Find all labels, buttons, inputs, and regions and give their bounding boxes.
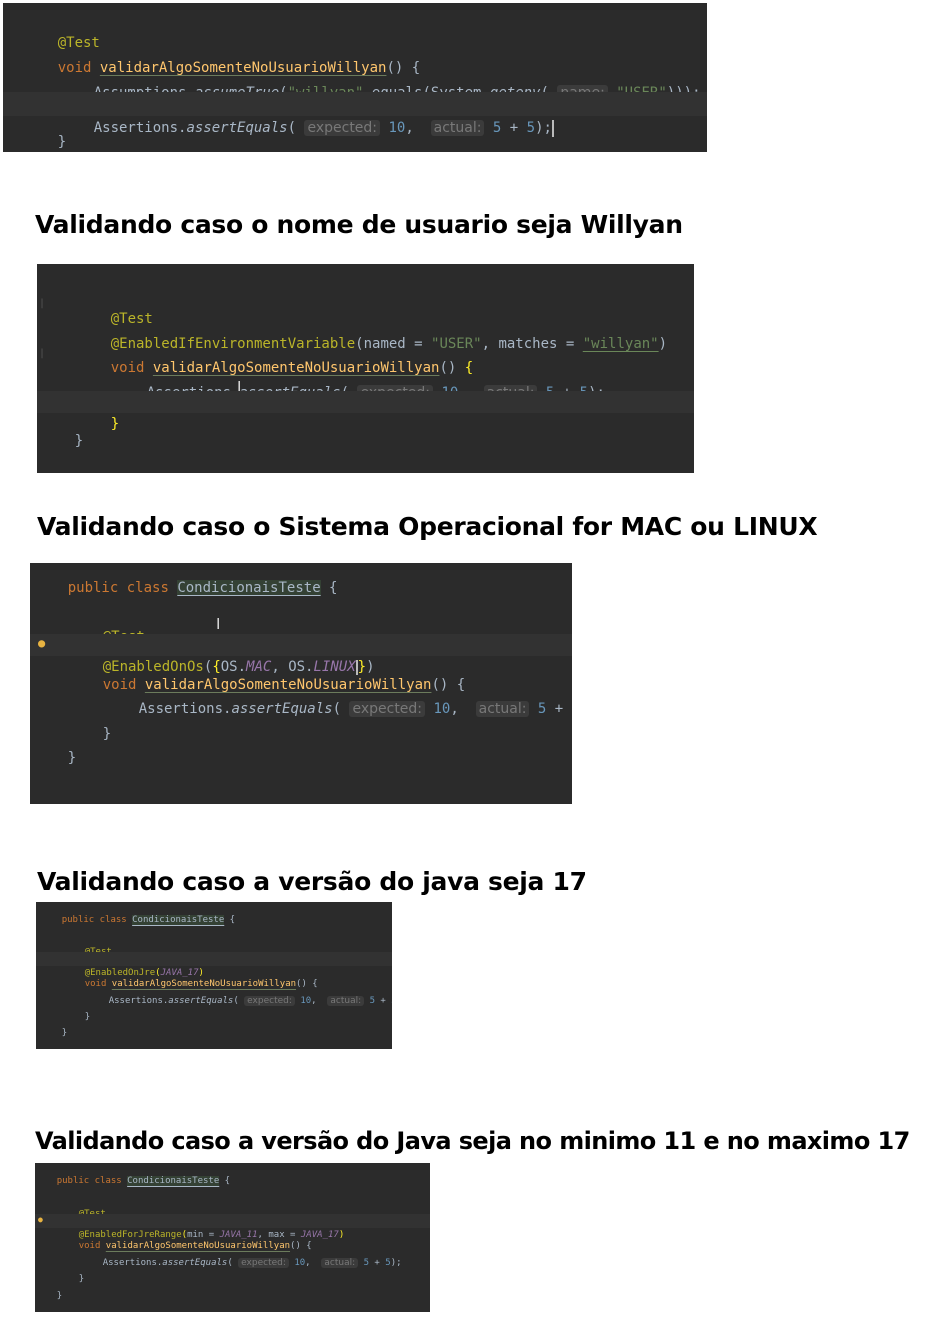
class-open-brace: { (219, 1176, 231, 1186)
heading-username: Validando caso o nome de usuario seja Wi… (35, 210, 683, 239)
code-panel-assumptions: @Test void validarAlgoSomenteNoUsuarioWi… (3, 3, 707, 152)
public-keyword: public (67, 580, 119, 596)
lightbulb-icon[interactable]: ● (38, 636, 45, 650)
code-panel-os: public class CondicionaisTeste { @Test I… (30, 563, 572, 804)
text-cursor-icon: I (216, 615, 221, 633)
lightbulb-icon[interactable]: ● (38, 1215, 43, 1224)
current-line: @EnabledForJreRange(min = JAVA_11, max =… (35, 1214, 430, 1240)
heading-java-range: Validando caso a versão do Java seja no … (35, 1127, 910, 1155)
class-keyword: class (126, 580, 169, 596)
code-panel-jre-range: public class CondicionaisTeste { @Test @… (35, 1163, 430, 1312)
current-line: Assertions.assertEquals( expected: 10, a… (3, 92, 707, 137)
heading-java-version: Validando caso a versão do java seja 17 (37, 867, 587, 896)
class-open-brace: { (224, 915, 236, 925)
current-line: @EnabledOnOs({OS.MAC, OS.LINUX}) (30, 634, 572, 675)
code-panel-env-variable: | | | @Test @EnabledIfEnvironmentVariabl… (37, 264, 694, 473)
class-keyword: class (94, 1176, 122, 1186)
public-keyword: public (61, 915, 95, 925)
class-name: CondicionaisTeste (127, 1176, 220, 1186)
class-closing-brace: } (56, 1291, 63, 1301)
current-line: } (37, 391, 694, 432)
code-panel-jre: public class CondicionaisTeste { @Test @… (36, 902, 392, 1049)
heading-operating-system: Validando caso o Sistema Operacional for… (37, 512, 818, 541)
public-keyword: public (56, 1176, 90, 1186)
class-closing-brace: } (74, 433, 84, 449)
class-closing-brace: } (67, 750, 77, 766)
current-line: @EnabledOnJre(JAVA_17) (36, 952, 392, 978)
class-keyword: class (99, 915, 127, 925)
class-open-brace: { (320, 580, 338, 596)
closing-brace: } (57, 134, 67, 150)
class-name: CondicionaisTeste (132, 915, 225, 925)
class-name: CondicionaisTeste (177, 580, 321, 596)
class-closing-brace: } (61, 1028, 68, 1038)
